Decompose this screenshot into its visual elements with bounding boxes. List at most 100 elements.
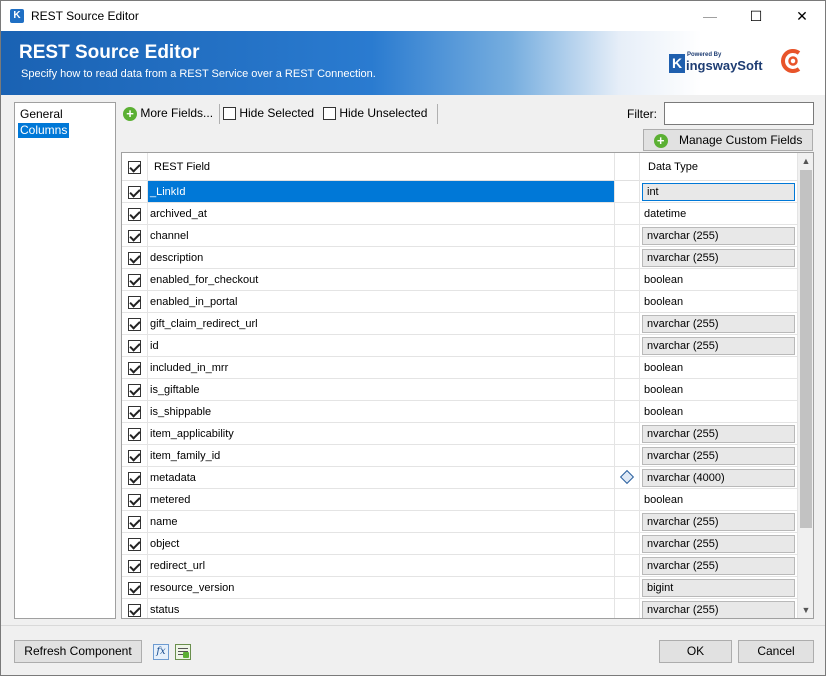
row-checkbox[interactable] — [128, 559, 141, 573]
data-type-value[interactable]: nvarchar (255) — [642, 249, 795, 267]
hide-unselected-toggle[interactable]: Hide Unselected — [323, 105, 427, 123]
table-row[interactable]: _LinkId int — [122, 181, 798, 203]
data-type-value[interactable]: int — [642, 183, 795, 201]
row-checkbox[interactable] — [128, 339, 141, 353]
manage-custom-fields-button[interactable]: + Manage Custom Fields — [643, 129, 813, 151]
rest-field-name[interactable]: name — [148, 511, 615, 533]
table-row[interactable]: archived_at datetime — [122, 203, 798, 225]
row-checkbox[interactable] — [128, 295, 141, 309]
header-rest-field[interactable]: REST Field — [148, 153, 615, 181]
hide-selected-checkbox[interactable] — [223, 107, 236, 121]
data-type-value[interactable]: nvarchar (255) — [642, 315, 795, 333]
table-row[interactable]: item_applicability nvarchar (255) — [122, 423, 798, 445]
filter-input[interactable] — [664, 102, 814, 125]
data-type-value[interactable]: boolean — [640, 401, 797, 422]
nav-item-columns[interactable]: Columns — [18, 123, 70, 138]
row-checkbox[interactable] — [128, 207, 141, 221]
table-row[interactable]: channel nvarchar (255) — [122, 225, 798, 247]
rest-field-name[interactable]: description — [148, 247, 615, 269]
data-type-value[interactable]: nvarchar (255) — [642, 447, 795, 465]
rest-field-name[interactable]: gift_claim_redirect_url — [148, 313, 615, 335]
rest-field-name[interactable]: enabled_in_portal — [148, 291, 615, 313]
data-type-value[interactable]: boolean — [640, 291, 797, 312]
rest-field-name[interactable]: metadata — [148, 467, 615, 489]
table-row[interactable]: item_family_id nvarchar (255) — [122, 445, 798, 467]
data-type-value[interactable]: nvarchar (4000) — [642, 469, 795, 487]
maximize-button[interactable]: ☐ — [733, 1, 779, 31]
rest-field-name[interactable]: item_family_id — [148, 445, 615, 467]
data-type-value[interactable]: nvarchar (255) — [642, 601, 795, 618]
rest-field-name[interactable]: status — [148, 599, 615, 618]
row-checkbox[interactable] — [128, 603, 141, 617]
table-row[interactable]: object nvarchar (255) — [122, 533, 798, 555]
row-checkbox[interactable] — [128, 471, 141, 485]
rest-field-name[interactable]: item_applicability — [148, 423, 615, 445]
rest-field-name[interactable]: object — [148, 533, 615, 555]
data-type-value[interactable]: boolean — [640, 489, 797, 510]
ok-button[interactable]: OK — [659, 640, 732, 663]
more-fields-button[interactable]: + More Fields... — [123, 105, 213, 123]
scroll-up-icon[interactable]: ▲ — [798, 153, 813, 169]
data-type-value[interactable]: nvarchar (255) — [642, 535, 795, 553]
rest-field-name[interactable]: is_giftable — [148, 379, 615, 401]
hide-selected-toggle[interactable]: Hide Selected — [223, 105, 314, 123]
data-type-value[interactable]: nvarchar (255) — [642, 557, 795, 575]
table-row[interactable]: gift_claim_redirect_url nvarchar (255) — [122, 313, 798, 335]
rest-field-name[interactable]: metered — [148, 489, 615, 511]
rest-field-name[interactable]: redirect_url — [148, 555, 615, 577]
diamond-icon[interactable] — [619, 469, 635, 485]
row-checkbox[interactable] — [128, 251, 141, 265]
table-row[interactable]: is_shippable boolean — [122, 401, 798, 423]
data-type-value[interactable]: boolean — [640, 357, 797, 378]
row-checkbox[interactable] — [128, 427, 141, 441]
row-checkbox[interactable] — [128, 185, 141, 199]
scroll-thumb[interactable] — [800, 170, 812, 528]
table-row[interactable]: redirect_url nvarchar (255) — [122, 555, 798, 577]
refresh-component-button[interactable]: Refresh Component — [14, 640, 142, 663]
rest-field-name[interactable]: is_shippable — [148, 401, 615, 423]
column-mapping-icon[interactable] — [175, 644, 191, 660]
cancel-button[interactable]: Cancel — [738, 640, 814, 663]
row-checkbox[interactable] — [128, 537, 141, 551]
rest-field-name[interactable]: included_in_mrr — [148, 357, 615, 379]
table-row[interactable]: included_in_mrr boolean — [122, 357, 798, 379]
hide-unselected-checkbox[interactable] — [323, 107, 336, 121]
table-row[interactable]: metadata nvarchar (4000) — [122, 467, 798, 489]
table-row[interactable]: enabled_in_portal boolean — [122, 291, 798, 313]
data-type-value[interactable]: boolean — [640, 379, 797, 400]
row-checkbox[interactable] — [128, 229, 141, 243]
scroll-down-icon[interactable]: ▼ — [798, 602, 813, 618]
rest-field-name[interactable]: resource_version — [148, 577, 615, 599]
data-type-value[interactable]: nvarchar (255) — [642, 227, 795, 245]
row-checkbox[interactable] — [128, 273, 141, 287]
data-type-value[interactable]: boolean — [640, 269, 797, 290]
row-checkbox[interactable] — [128, 515, 141, 529]
rest-field-name[interactable]: channel — [148, 225, 615, 247]
nav-item-general[interactable]: General — [18, 107, 65, 122]
table-row[interactable]: status nvarchar (255) — [122, 599, 798, 618]
table-row[interactable]: resource_version bigint — [122, 577, 798, 599]
data-type-value[interactable]: bigint — [642, 579, 795, 597]
expression-fx-icon[interactable]: fx — [153, 644, 169, 660]
vertical-scrollbar[interactable]: ▲ ▼ — [798, 153, 813, 618]
rest-field-name[interactable]: _LinkId — [148, 181, 615, 203]
row-checkbox[interactable] — [128, 405, 141, 419]
data-type-value[interactable]: nvarchar (255) — [642, 513, 795, 531]
row-checkbox[interactable] — [128, 493, 141, 507]
header-data-type[interactable]: Data Type — [640, 153, 798, 181]
data-type-value[interactable]: nvarchar (255) — [642, 425, 795, 443]
table-row[interactable]: is_giftable boolean — [122, 379, 798, 401]
row-checkbox[interactable] — [128, 317, 141, 331]
table-row[interactable]: metered boolean — [122, 489, 798, 511]
rest-field-name[interactable]: id — [148, 335, 615, 357]
row-checkbox[interactable] — [128, 383, 141, 397]
table-row[interactable]: description nvarchar (255) — [122, 247, 798, 269]
table-row[interactable]: name nvarchar (255) — [122, 511, 798, 533]
minimize-button[interactable]: — — [687, 1, 733, 31]
select-all-checkbox[interactable] — [128, 160, 141, 174]
data-type-value[interactable]: datetime — [640, 203, 797, 224]
table-row[interactable]: id nvarchar (255) — [122, 335, 798, 357]
close-button[interactable]: ✕ — [779, 1, 825, 31]
data-type-value[interactable]: nvarchar (255) — [642, 337, 795, 355]
rest-field-name[interactable]: enabled_for_checkout — [148, 269, 615, 291]
